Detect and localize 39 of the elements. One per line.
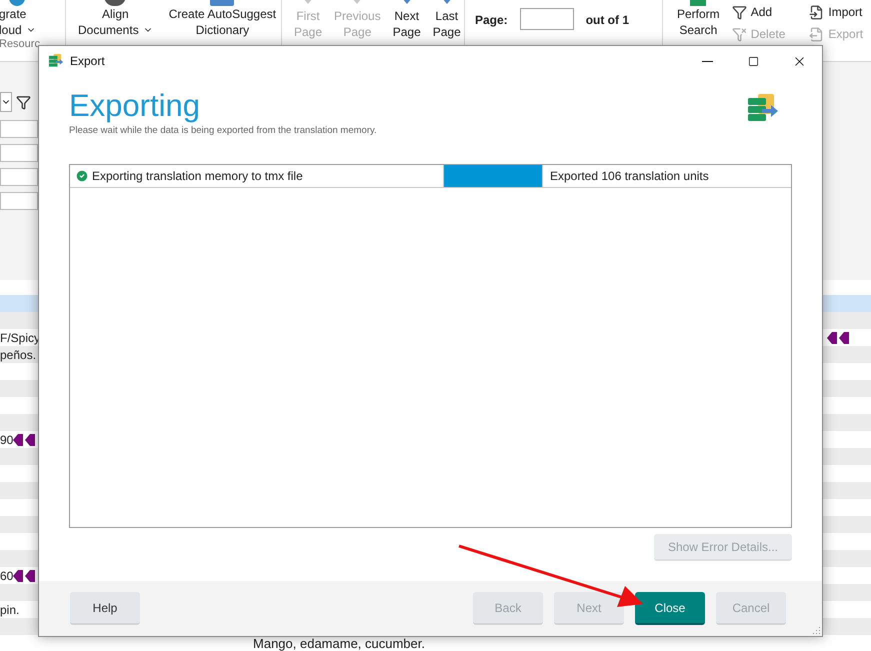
document-out-icon [809, 26, 824, 42]
toolbar-button[interactable]: Import [809, 1, 864, 23]
page-nav-button[interactable]: Last Page [428, 8, 465, 40]
page-heading: Exporting [69, 88, 201, 124]
dropdown-field[interactable] [0, 92, 12, 112]
dialog-button[interactable]: Close [635, 592, 705, 625]
task-status: Exported 106 translation units [550, 168, 709, 186]
export-database-icon [48, 53, 64, 69]
tag-marker-icon [13, 570, 38, 582]
align-documents-button[interactable]: Align Documents [78, 6, 153, 38]
document-in-icon [809, 4, 824, 20]
segment-text: 90 [0, 432, 14, 448]
segment-text: Mango, edamame, cucumber. [253, 634, 425, 651]
tag-marker-icon [827, 332, 851, 344]
perform-search-button[interactable]: Perform Search [673, 6, 724, 38]
segment-text: pin. [0, 602, 20, 618]
input-field[interactable] [0, 144, 38, 162]
page-label: Page: [475, 12, 508, 29]
minimize-icon [702, 60, 712, 62]
input-field[interactable] [0, 120, 38, 138]
filter-x-icon [732, 26, 747, 42]
segment-text: F/Spicy [0, 330, 40, 346]
maximize-icon [748, 56, 758, 66]
page-nav-button[interactable]: Next Page [388, 8, 425, 40]
page-input-field[interactable] [520, 8, 574, 30]
dialog-button[interactable]: Help [70, 592, 140, 625]
page-subtitle: Please wait while the data is being exported from the translation memory. [69, 124, 377, 138]
group-label: Resourc [0, 38, 41, 50]
window-title: Export [70, 53, 105, 70]
toolbar-button[interactable]: Add [732, 1, 786, 23]
segment-text: peños. [0, 346, 36, 364]
resize-grip-icon [811, 625, 821, 635]
segment-text: 60 [0, 568, 14, 584]
input-field[interactable] [0, 192, 38, 210]
tag-marker-icon [13, 434, 38, 446]
page-count: out of 1 [586, 12, 630, 29]
input-field[interactable] [0, 168, 38, 186]
task-label: Exporting translation memory to tmx file [92, 168, 303, 186]
autosuggest-button[interactable]: Create AutoSuggest Dictionary [164, 6, 280, 38]
